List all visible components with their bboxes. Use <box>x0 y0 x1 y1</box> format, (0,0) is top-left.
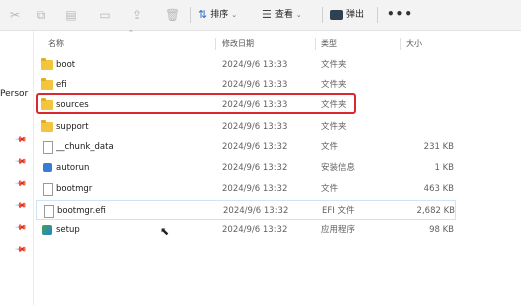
file-row[interactable]: support 2024/9/6 13:33 文件夹 <box>36 117 456 137</box>
file-size <box>406 117 454 137</box>
file-name: bootmgr.efi <box>57 206 106 216</box>
sort-button[interactable]: ⇅ 排序 ⌄ <box>198 6 237 24</box>
file-size: 2,682 KB <box>416 206 455 216</box>
pin-icon[interactable]: 📌 <box>14 221 27 234</box>
cut-icon[interactable]: ✂ <box>8 8 22 22</box>
share-icon[interactable]: ⇪ <box>130 8 144 22</box>
column-divider[interactable] <box>215 38 216 50</box>
chevron-down-icon: ⌄ <box>295 11 302 19</box>
copy-icon[interactable]: ⧉ <box>34 8 48 22</box>
sort-label: 排序 <box>210 10 229 20</box>
column-divider[interactable] <box>315 38 316 50</box>
file-icon <box>44 205 54 218</box>
rename-icon[interactable]: ▭ <box>98 8 112 22</box>
file-type: 文件夹 <box>321 80 347 90</box>
folder-icon <box>41 58 53 70</box>
file-row[interactable]: __chunk_data 2024/9/6 13:32 文件 231 KB <box>36 137 456 157</box>
column-header-date[interactable]: 修改日期 <box>222 37 254 51</box>
column-divider[interactable] <box>400 38 401 50</box>
eject-icon <box>330 10 343 20</box>
sidebar-item-personal[interactable]: Persor <box>0 89 28 99</box>
file-modified-date: 2024/9/6 13:33 <box>222 80 288 90</box>
file-type: 安装信息 <box>321 163 356 173</box>
pane-divider[interactable] <box>33 31 34 305</box>
file-row[interactable]: efi 2024/9/6 13:33 文件夹 <box>36 75 456 95</box>
navigation-pane: Persor 📌 📌 📌 📌 📌 📌 <box>0 31 34 305</box>
mouse-cursor-icon: ⬉ <box>160 225 170 238</box>
file-modified-date: 2024/9/6 13:32 <box>223 206 289 216</box>
pin-icon[interactable]: 📌 <box>14 133 27 146</box>
toolbar-divider <box>190 7 191 23</box>
file-name: boot <box>56 60 76 70</box>
sort-icon: ⇅ <box>198 8 208 21</box>
toolbar-divider <box>322 7 323 23</box>
file-size: 1 KB <box>434 163 454 173</box>
column-header-type[interactable]: 类型 <box>321 37 337 51</box>
more-options-button[interactable]: ••• <box>387 7 413 21</box>
file-row[interactable]: boot 2024/9/6 13:33 文件夹 <box>36 55 456 75</box>
file-modified-date: 2024/9/6 13:32 <box>222 225 288 235</box>
view-label: 查看 <box>274 10 293 20</box>
view-icon: ☰ <box>262 8 272 21</box>
file-name: efi <box>56 80 67 90</box>
folder-icon <box>41 120 53 132</box>
sort-indicator-icon: ⌃ <box>128 29 134 37</box>
file-name: autorun <box>56 163 90 173</box>
file-name: support <box>56 122 89 132</box>
column-header-name[interactable]: 名称 <box>48 37 64 51</box>
view-button[interactable]: ☰ 查看 ⌄ <box>262 6 302 24</box>
file-type: 文件夹 <box>321 60 347 70</box>
file-type: 文件 <box>321 184 339 194</box>
file-type: 应用程序 <box>321 225 356 235</box>
eject-button[interactable]: 弹出 <box>330 6 364 24</box>
file-modified-date: 2024/9/6 13:33 <box>222 60 288 70</box>
toolbar-divider <box>377 7 378 23</box>
annotation-highlight-box <box>36 93 356 114</box>
eject-label: 弹出 <box>346 10 365 20</box>
setup-info-icon <box>43 163 52 172</box>
pin-icon[interactable]: 📌 <box>14 243 27 256</box>
file-modified-date: 2024/9/6 13:32 <box>222 142 288 152</box>
chevron-down-icon: ⌄ <box>231 11 238 19</box>
file-icon <box>43 141 53 154</box>
file-type: 文件 <box>321 142 339 152</box>
file-name: bootmgr <box>56 184 93 194</box>
pin-icon[interactable]: 📌 <box>14 199 27 212</box>
file-size <box>406 95 454 115</box>
file-modified-date: 2024/9/6 13:33 <box>222 122 288 132</box>
folder-icon <box>41 78 53 90</box>
file-size: 231 KB <box>423 142 454 152</box>
file-row[interactable]: bootmgr.efi 2024/9/6 13:32 EFI 文件 2,682 KB <box>36 200 456 220</box>
setup-app-icon <box>42 225 52 235</box>
file-row[interactable]: bootmgr 2024/9/6 13:32 文件 463 KB <box>36 179 456 199</box>
command-bar: ✂ ⧉ ▤ ▭ ⇪ 🗑 ⇅ 排序 ⌄ ☰ 查看 ⌄ 弹出 ••• <box>0 0 521 31</box>
pin-icon[interactable]: 📌 <box>14 177 27 190</box>
file-size: 463 KB <box>423 184 454 194</box>
file-size: 98 KB <box>429 225 454 235</box>
file-row[interactable]: setup 2024/9/6 13:32 应用程序 98 KB <box>36 220 456 240</box>
paste-icon[interactable]: ▤ <box>64 8 78 22</box>
file-row[interactable]: autorun 2024/9/6 13:32 安装信息 1 KB <box>36 158 456 178</box>
file-name: __chunk_data <box>56 142 114 152</box>
delete-icon[interactable]: 🗑 <box>165 8 180 22</box>
file-size <box>406 75 454 95</box>
file-type: 文件夹 <box>321 122 347 132</box>
file-size <box>406 55 454 75</box>
file-name: setup <box>56 225 80 235</box>
file-icon <box>43 183 53 196</box>
file-modified-date: 2024/9/6 13:32 <box>222 163 288 173</box>
file-type: EFI 文件 <box>322 206 355 216</box>
column-header-size[interactable]: 大小 <box>406 37 422 51</box>
pin-icon[interactable]: 📌 <box>14 155 27 168</box>
file-modified-date: 2024/9/6 13:32 <box>222 184 288 194</box>
